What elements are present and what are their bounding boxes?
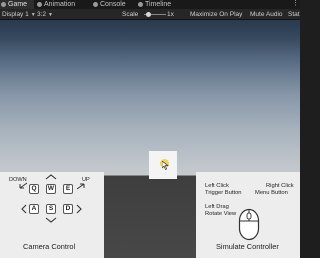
- scale-value: 1x: [167, 11, 174, 18]
- rotate-view-label: Rotate View: [205, 211, 237, 217]
- key-a[interactable]: A: [29, 204, 39, 214]
- chevron-down-icon: ▼: [30, 12, 36, 18]
- aspect-label: 3:2: [37, 11, 47, 18]
- chevron-down-icon: ▼: [48, 12, 53, 18]
- mouse-cursor-icon: [162, 161, 169, 170]
- chevron-down-icon: [45, 217, 57, 223]
- tab-game[interactable]: Game: [0, 0, 34, 9]
- chevron-up-icon: [45, 174, 57, 180]
- game-icon: [1, 2, 6, 7]
- left-click-label: Left Click: [205, 183, 229, 189]
- chevron-right-icon: [76, 204, 82, 214]
- editor-tab-bar: Game Animation Console Timeline ⋮: [0, 0, 300, 9]
- arrow-up-right-icon: [76, 183, 85, 190]
- game-toolbar: Display 1 ▼ 3:2 ▼ Scale 1x Maximize On Pla…: [0, 9, 300, 20]
- right-click-label: Right Click: [266, 183, 294, 189]
- key-w[interactable]: W: [46, 184, 56, 194]
- key-s[interactable]: S: [46, 204, 56, 214]
- tab-menu-icon[interactable]: ⋮: [292, 0, 299, 9]
- stats-toggle[interactable]: Stat: [288, 9, 300, 20]
- scale-label: Scale: [122, 11, 139, 18]
- simulate-controller-title: Simulate Controller: [216, 242, 279, 251]
- animation-icon: [37, 2, 42, 7]
- tab-game-label: Game: [8, 1, 28, 8]
- key-e[interactable]: E: [63, 184, 73, 194]
- maximize-on-play-toggle[interactable]: Maximize On Play: [190, 9, 242, 20]
- tab-console[interactable]: Console: [92, 0, 132, 9]
- mouse-icon: [238, 208, 260, 241]
- tab-animation[interactable]: Animation: [36, 0, 88, 9]
- mute-audio-toggle[interactable]: Mute Audio: [250, 9, 283, 20]
- tab-timeline[interactable]: Timeline: [137, 0, 181, 9]
- tab-console-label: Console: [100, 1, 126, 8]
- trigger-button-label: Trigger Button: [205, 190, 242, 196]
- tab-animation-label: Animation: [44, 1, 76, 8]
- display-dropdown[interactable]: Display 1 ▼: [2, 9, 36, 20]
- camera-control-panel: DOWN UP Q W E A S D Camera Control: [0, 172, 104, 258]
- key-d[interactable]: D: [63, 204, 73, 214]
- tab-timeline-label: Timeline: [145, 1, 172, 8]
- console-icon: [93, 2, 98, 7]
- simulate-controller-panel: Left Click Trigger Button Right Click Me…: [196, 172, 300, 258]
- menu-button-label: Menu Button: [255, 190, 288, 196]
- scale-slider-handle[interactable]: [145, 12, 151, 17]
- timeline-icon: [138, 2, 143, 7]
- display-label: Display 1: [2, 11, 29, 18]
- chevron-left-icon: [21, 204, 27, 214]
- left-drag-label: Left Drag: [205, 204, 229, 210]
- arrow-down-left-icon: [19, 182, 28, 189]
- camera-control-title: Camera Control: [23, 242, 76, 251]
- game-viewport[interactable]: DOWN UP Q W E A S D Camera Control Left …: [0, 20, 300, 258]
- aspect-dropdown[interactable]: 3:2 ▼: [37, 9, 53, 20]
- key-q[interactable]: Q: [29, 184, 39, 194]
